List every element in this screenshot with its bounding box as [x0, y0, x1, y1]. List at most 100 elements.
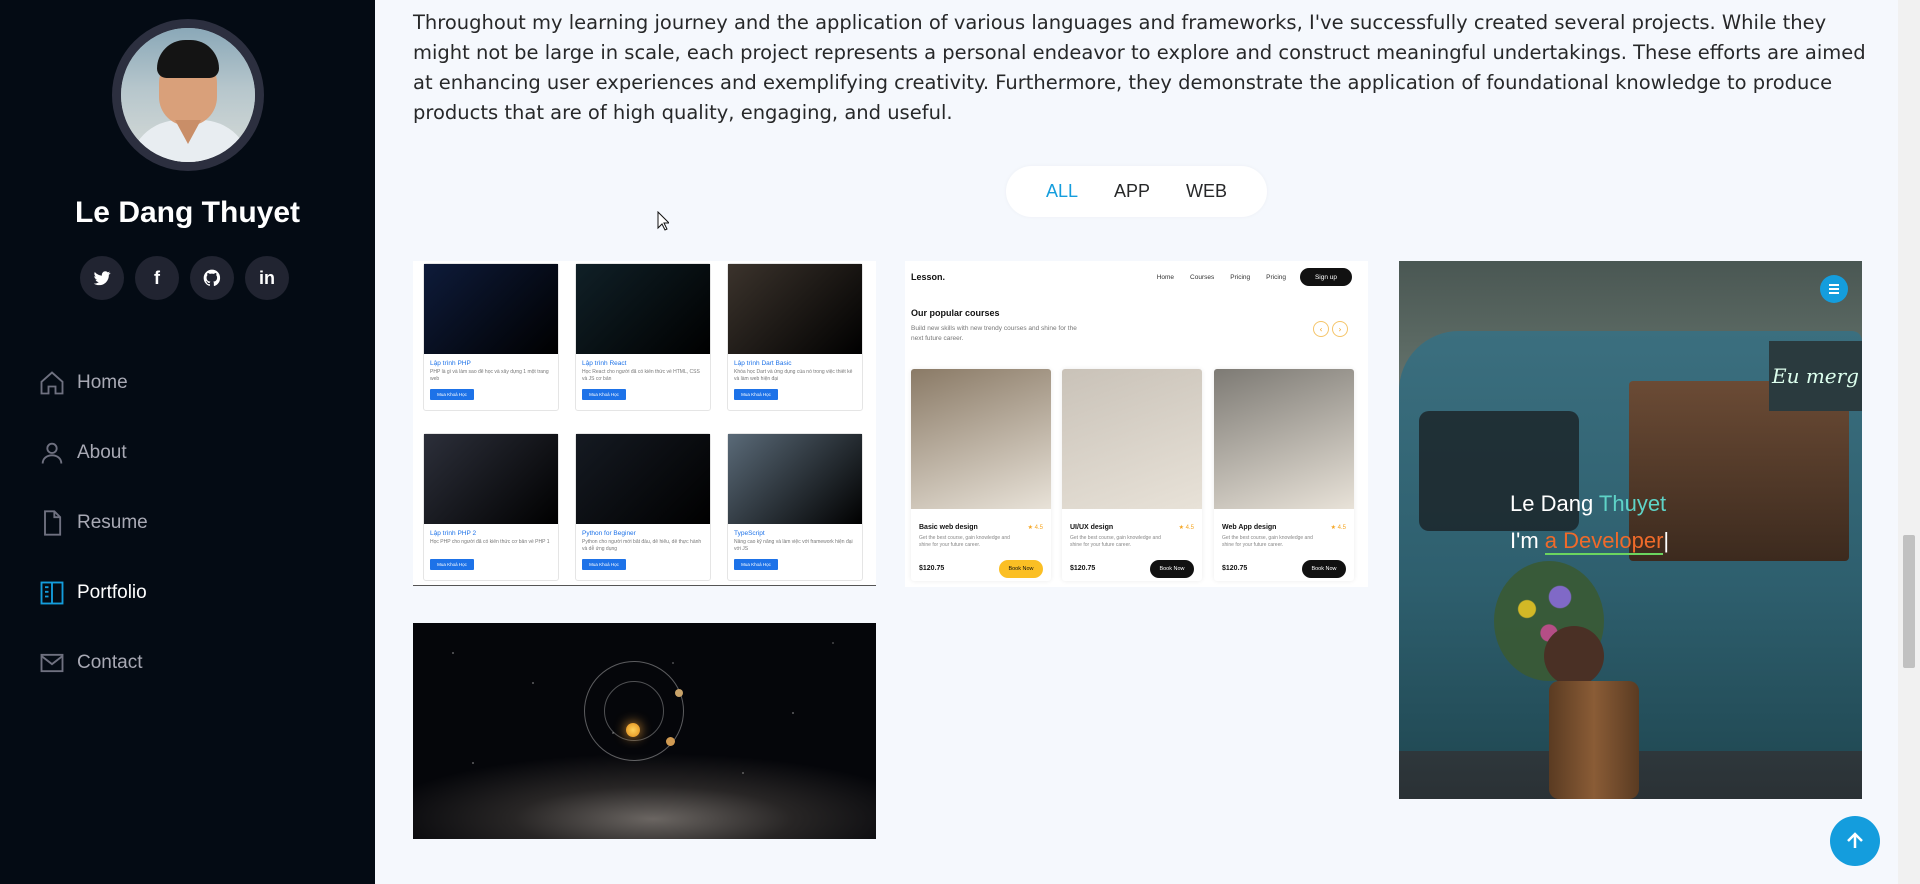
main-nav: Home About Resume Portfolio Contact	[38, 348, 148, 698]
facebook-icon[interactable]: f	[135, 256, 179, 300]
course-title: Lập trình PHP	[430, 360, 471, 367]
lesson-title: Our popular courses	[911, 308, 1000, 318]
sidebar: Le Dang Thuyet f in Home About Resume Po…	[0, 0, 375, 884]
linkedin-glyph: in	[259, 267, 275, 288]
planet	[675, 689, 683, 697]
social-links: f in	[80, 256, 289, 300]
course-desc: Học React cho người đã có kiến thức về H…	[582, 369, 700, 382]
course-card: Lập trình PHP PHP là gì và làm sao để học…	[423, 263, 559, 411]
course-title: Lập trình React	[582, 360, 627, 367]
course-title: TypeScript	[734, 530, 765, 537]
truck-sign: Eu merg	[1769, 341, 1862, 411]
course-title: Lập trình PHP 2	[430, 530, 477, 537]
lesson-card-desc: Get the best course, gain knowledge and …	[1222, 535, 1313, 548]
nav-item-resume[interactable]: Resume	[38, 488, 148, 558]
nav-item-contact[interactable]: Contact	[38, 628, 148, 698]
lesson-card: UI/UX design ★ 4.5 Get the best course, ga…	[1062, 369, 1202, 581]
lesson-card-book-button: Book Now	[1150, 560, 1194, 578]
course-card: TypeScript Nâng cao kỹ năng và làm việc v…	[727, 433, 863, 581]
portfolio-item-courses[interactable]: Lập trình PHP PHP là gì và làm sao để học…	[413, 261, 876, 586]
course-image	[728, 434, 862, 524]
github-icon[interactable]	[190, 256, 234, 300]
course-desc: Học PHP cho người đã có kiến thức cơ bản…	[430, 539, 550, 545]
course-image	[576, 434, 710, 524]
course-buy-button: Mua Khoá Học	[582, 389, 626, 400]
course-buy-button: Mua Khoá Học	[430, 559, 474, 570]
course-image	[424, 264, 558, 354]
nav-label: Portfolio	[77, 582, 147, 603]
lesson-card-name: Basic web design	[919, 524, 978, 531]
home-icon	[40, 371, 64, 395]
lesson-card-image	[1214, 369, 1354, 509]
course-desc: Nâng cao kỹ năng và làm việc với framewo…	[734, 539, 853, 552]
lesson-card-rating: ★ 4.5	[1330, 525, 1346, 531]
envelope-icon	[40, 653, 64, 673]
portfolio-item-hero[interactable]: Eu merg Le Dang Thuyet I'm a Developer|	[1399, 261, 1862, 799]
back-to-top-button[interactable]	[1830, 816, 1880, 866]
portfolio-filters: ALL APP WEB	[1006, 166, 1267, 217]
portfolio-item-lesson[interactable]: Lesson. Home Courses Pricing Pricing Sig…	[905, 261, 1368, 587]
filter-all[interactable]: ALL	[1028, 181, 1096, 202]
scrollbar-thumb[interactable]	[1903, 535, 1915, 668]
course-buy-button: Mua Khoá Học	[430, 389, 474, 400]
lesson-card-price: $120.75	[919, 565, 945, 572]
nav-label: Resume	[77, 512, 148, 533]
course-title: Lập trình Dart Basic	[734, 360, 792, 367]
linkedin-icon[interactable]: in	[245, 256, 289, 300]
arrow-up-icon	[1847, 832, 1863, 848]
planet	[666, 737, 675, 746]
lesson-card-price: $120.75	[1222, 565, 1248, 572]
hero-typed-cursor: |	[1663, 528, 1670, 553]
course-card: Lập trình React Học React cho người đã có…	[575, 263, 711, 411]
lesson-card-book-button: Book Now	[999, 560, 1043, 578]
nav-label: Contact	[77, 652, 143, 673]
lesson-card-desc: Get the best course, gain knowledge and …	[919, 535, 1010, 548]
course-title: Python for Beginer	[582, 530, 636, 537]
lesson-card: Basic web design ★ 4.5 Get the best course…	[911, 369, 1051, 581]
sun-icon	[626, 723, 640, 737]
lesson-card-name: UI/UX design	[1070, 524, 1114, 531]
nav-item-about[interactable]: About	[38, 418, 148, 488]
lesson-card-image	[1062, 369, 1202, 509]
scrollbar[interactable]	[1898, 0, 1920, 884]
filter-app[interactable]: APP	[1096, 181, 1168, 202]
nav-item-portfolio[interactable]: Portfolio	[38, 558, 148, 628]
lesson-link: Pricing	[1230, 273, 1251, 281]
nav-label: About	[77, 442, 127, 463]
hero-typed: I'm a Developer|	[1510, 528, 1670, 555]
lesson-card: Web App design ★ 4.5 Get the best course, …	[1214, 369, 1354, 581]
nav-item-home[interactable]: Home	[38, 348, 148, 418]
portfolio-intro: Throughout my learning journey and the a…	[413, 11, 1866, 124]
chevron-left-icon: ‹	[1313, 321, 1329, 337]
course-card: Python for Beginer Python cho người mới b…	[575, 433, 711, 581]
mouse-cursor-icon	[657, 211, 669, 231]
course-card: Lập trình Dart Basic Khóa học Dart và ứng…	[727, 263, 863, 411]
lesson-card-image	[911, 369, 1051, 509]
lesson-arrows: ‹ ›	[1313, 321, 1348, 337]
course-desc: Khóa học Dart và ứng dụng của nó trong v…	[734, 369, 853, 382]
nav-label: Home	[77, 372, 128, 393]
person-icon	[41, 442, 63, 464]
lesson-card-name: Web App design	[1222, 524, 1277, 531]
hero-typed-highlight: a Developer	[1544, 528, 1664, 555]
portfolio-section: Throughout my learning journey and the a…	[375, 0, 1898, 884]
filter-web[interactable]: WEB	[1168, 181, 1245, 202]
lesson-card-price: $120.75	[1070, 565, 1096, 572]
hero-typed-prefix: I'm	[1510, 528, 1545, 553]
file-icon	[44, 510, 62, 536]
course-buy-button: Mua Khoá Học	[582, 559, 626, 570]
course-image	[576, 264, 710, 354]
lesson-card-book-button: Book Now	[1302, 560, 1346, 578]
chevron-right-icon: ›	[1332, 321, 1348, 337]
course-image	[424, 434, 558, 524]
portfolio-item-solar-system[interactable]	[413, 623, 876, 839]
course-buy-button: Mua Khoá Học	[734, 389, 778, 400]
lesson-link: Pricing	[1266, 273, 1286, 281]
hero-name: Le Dang Thuyet	[1510, 491, 1666, 517]
lesson-link: Courses	[1190, 273, 1215, 281]
profile-name: Le Dang Thuyet	[74, 196, 300, 229]
lesson-link: Home	[1156, 273, 1175, 281]
hero-name-prefix: Le Dang	[1510, 491, 1599, 516]
course-desc: Python cho người mới bắt đầu, dễ hiểu, d…	[582, 539, 702, 552]
twitter-icon[interactable]	[80, 256, 124, 300]
